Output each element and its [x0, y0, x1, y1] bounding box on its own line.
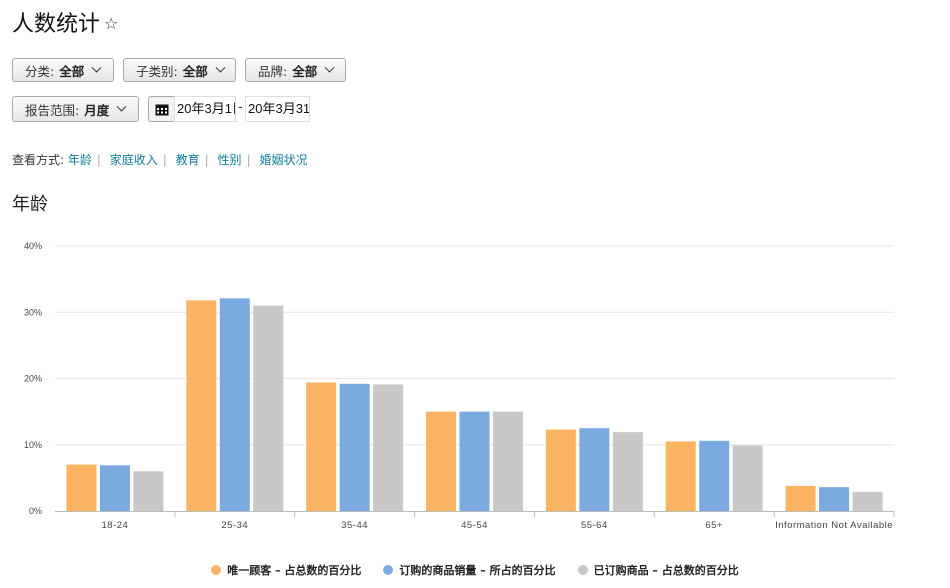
view-link-gender[interactable]: 性别	[218, 153, 242, 167]
subcategory-value: 全部	[182, 63, 208, 79]
brand-value: 全部	[292, 63, 318, 79]
bar	[493, 411, 523, 511]
legend-label: 订购的商品销量 – 所占的百分比	[399, 564, 556, 577]
y-tick-label: 40%	[24, 241, 42, 251]
bar	[819, 487, 850, 511]
divider: |	[246, 153, 251, 167]
view-by-bar: 查看方式: 年龄 | 家庭收入 | 教育 | 性别 | 婚姻状况	[12, 151, 307, 168]
bar	[66, 464, 97, 511]
report-range-value: 月度	[84, 102, 110, 118]
age-bar-chart: 0% 10% 20% 30% 40% 18-24 25-34 35-44 45-54 55-64 6…	[24, 241, 895, 531]
legend-swatch	[211, 565, 222, 575]
category-dropdown[interactable]: 分类: 全部	[12, 58, 114, 82]
y-tick-label: 10%	[24, 440, 42, 450]
x-tick-label: Information Not Available	[775, 520, 893, 531]
bar	[699, 440, 730, 511]
chevron-down-icon	[91, 62, 102, 73]
report-range-label: 报告范围:	[25, 102, 80, 118]
x-tick-label: 65+	[705, 520, 723, 531]
bar	[253, 305, 284, 511]
bar	[373, 384, 404, 511]
view-link-age[interactable]: 年龄	[68, 153, 92, 167]
chart-legend: 唯一顾客 – 占总数的百分比 订购的商品销量 – 所占的百分比 已订购商品 – 占总…	[0, 562, 950, 578]
divider: |	[96, 153, 101, 167]
view-by-label: 查看方式:	[12, 153, 65, 167]
legend-item[interactable]: 订购的商品销量 – 所占的百分比	[383, 562, 556, 578]
legend-item[interactable]: 唯一顾客 – 占总数的百分比	[211, 562, 361, 578]
legend-label: 已订购商品 – 占总数的百分比	[593, 564, 739, 577]
category-value: 全部	[59, 63, 85, 79]
bar	[579, 428, 610, 511]
divider: |	[204, 153, 209, 167]
y-tick-label: 20%	[24, 374, 42, 384]
y-tick-label: 30%	[24, 307, 42, 317]
legend-item[interactable]: 已订购商品 – 占总数的百分比	[577, 562, 739, 578]
x-tick-label: 45-54	[461, 520, 488, 531]
calendar-icon	[155, 104, 168, 115]
report-range-dropdown[interactable]: 报告范围: 月度	[12, 96, 139, 122]
y-tick-label: 0%	[29, 506, 42, 516]
bar	[459, 411, 490, 511]
page-title-text: 人数统计	[12, 12, 101, 37]
bar	[612, 432, 643, 511]
x-tick-label: 25-34	[221, 520, 248, 531]
bar	[785, 485, 816, 511]
legend-swatch	[577, 565, 588, 575]
category-label: 分类:	[25, 63, 55, 79]
divider: |	[162, 153, 167, 167]
brand-label: 品牌:	[258, 63, 288, 79]
bar	[852, 491, 883, 511]
x-tick-label: 18-24	[102, 520, 129, 531]
date-end-input[interactable]: 20年3月31日	[245, 96, 310, 122]
bar	[339, 383, 370, 511]
view-link-education[interactable]: 教育	[176, 153, 200, 167]
brand-dropdown[interactable]: 品牌: 全部	[245, 58, 346, 82]
chevron-down-icon	[116, 101, 127, 112]
bar	[186, 300, 217, 511]
bar	[306, 382, 337, 511]
bar	[426, 411, 456, 511]
favorite-star-icon[interactable]: ☆	[104, 14, 118, 33]
x-tick-label: 35-44	[341, 520, 368, 531]
date-start-input[interactable]: 20年3月1日	[174, 96, 236, 122]
legend-label: 唯一顾客 – 占总数的百分比	[227, 564, 362, 577]
bar	[219, 298, 250, 511]
view-link-income[interactable]: 家庭收入	[110, 153, 158, 167]
bar	[133, 471, 164, 511]
bar	[732, 445, 763, 511]
page-title: 人数统计 ☆	[12, 6, 118, 38]
bar	[665, 441, 696, 511]
date-separator: -	[238, 100, 243, 115]
x-tick-label: 55-64	[581, 520, 608, 531]
bar	[545, 429, 576, 511]
view-link-marital[interactable]: 婚姻状况	[259, 153, 307, 167]
calendar-button[interactable]	[148, 96, 175, 122]
bar	[99, 465, 130, 511]
subcategory-dropdown[interactable]: 子类别: 全部	[123, 58, 236, 82]
chevron-down-icon	[324, 62, 335, 73]
section-title: 年龄	[12, 194, 48, 215]
chevron-down-icon	[215, 62, 226, 73]
legend-swatch	[383, 565, 394, 575]
subcategory-label: 子类别:	[136, 63, 178, 79]
